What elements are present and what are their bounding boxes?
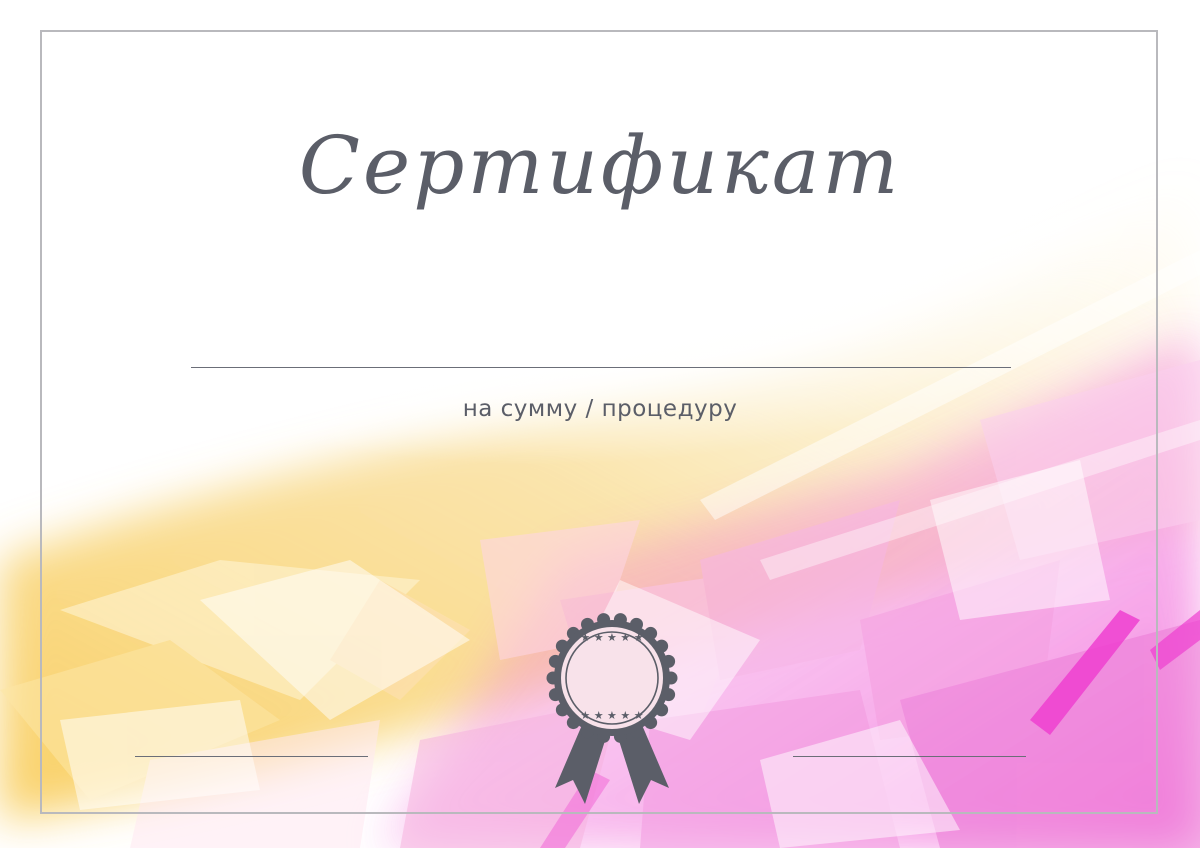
award-ribbon-icon: ★ ★ ★ ★ ★ ★ ★ ★ ★ ★	[546, 613, 678, 804]
certificate-title: Сертификат	[298, 119, 902, 212]
svg-text:★ ★ ★ ★ ★: ★ ★ ★ ★ ★	[580, 631, 643, 644]
svg-text:★ ★ ★ ★ ★: ★ ★ ★ ★ ★	[580, 709, 643, 722]
signature-line-right	[793, 756, 1026, 757]
signature-line-left	[135, 756, 368, 757]
certificate-subtitle: на сумму / процедуру	[462, 396, 738, 422]
recipient-name-line	[191, 367, 1011, 368]
